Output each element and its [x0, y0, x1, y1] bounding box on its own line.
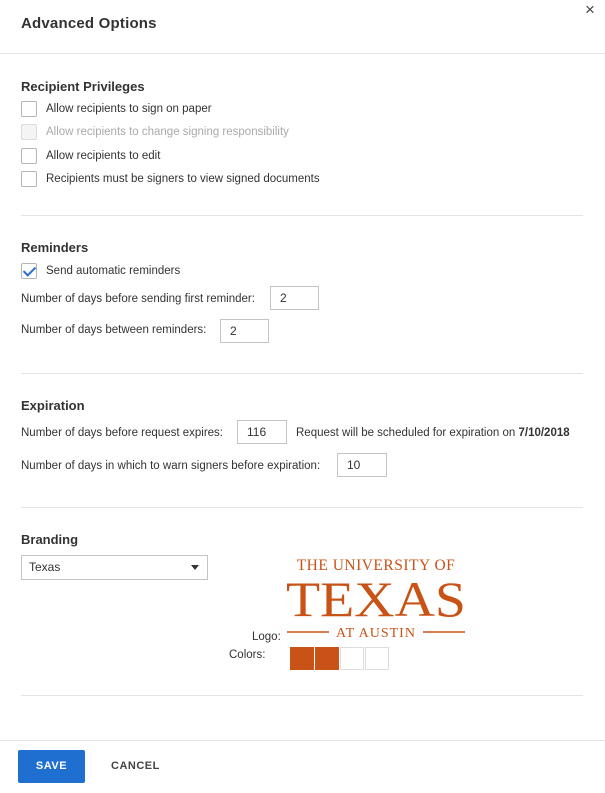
scheduled-expiration-text: Request will be scheduled for expiration…	[296, 427, 570, 439]
recipient-privileges-title: Recipient Privileges	[21, 79, 145, 94]
close-icon[interactable]: ×	[582, 1, 598, 18]
option-send-reminders[interactable]: Send automatic reminders	[21, 263, 180, 279]
option-label: Recipients must be signers to view signe…	[46, 173, 320, 185]
option-sign-on-paper[interactable]: Allow recipients to sign on paper	[21, 101, 212, 117]
expiration-title: Expiration	[21, 398, 85, 413]
section-divider	[21, 215, 583, 216]
scheduled-text: Request will be scheduled for expiration…	[296, 427, 516, 439]
option-signers-view[interactable]: Recipients must be signers to view signe…	[21, 171, 320, 187]
section-divider	[21, 373, 583, 374]
color-swatch-4[interactable]	[365, 647, 389, 670]
dialog-title: Advanced Options	[21, 15, 157, 32]
signers-view-checkbox[interactable]	[21, 171, 37, 187]
checkmark-icon	[22, 263, 37, 277]
branding-title: Branding	[21, 532, 79, 547]
logo-label: Logo:	[252, 631, 281, 643]
color-swatch-3[interactable]	[340, 647, 364, 670]
first-reminder-input[interactable]: 2	[270, 286, 319, 310]
option-label: Allow recipients to change signing respo…	[46, 126, 289, 138]
expires-label: Number of days before request expires:	[21, 427, 223, 439]
logo-line2: TEXAS	[286, 571, 466, 627]
send-reminders-checkbox[interactable]	[21, 263, 37, 279]
change-responsibility-checkbox	[21, 124, 37, 140]
allow-edit-checkbox[interactable]	[21, 148, 37, 164]
option-label: Allow recipients to sign on paper	[46, 103, 212, 115]
between-reminders-input[interactable]: 2	[220, 319, 269, 343]
option-allow-edit[interactable]: Allow recipients to edit	[21, 148, 160, 164]
expires-input[interactable]: 116	[237, 420, 287, 444]
between-reminders-label: Number of days between reminders:	[21, 324, 207, 336]
branding-selected-value: Texas	[29, 560, 61, 574]
first-reminder-label: Number of days before sending first remi…	[21, 293, 255, 305]
warn-input[interactable]: 10	[337, 453, 387, 477]
university-logo: THE UNIVERSITY OF TEXAS AT AUSTIN	[286, 557, 466, 641]
save-button[interactable]: SAVE	[18, 750, 85, 783]
header-divider	[0, 53, 605, 54]
color-swatch-2[interactable]	[315, 647, 339, 670]
section-divider	[21, 695, 583, 696]
warn-label: Number of days in which to warn signers …	[21, 460, 321, 472]
option-label: Allow recipients to edit	[46, 150, 161, 162]
scheduled-date: 7/10/2018	[518, 427, 570, 439]
option-change-responsibility: Allow recipients to change signing respo…	[21, 124, 289, 140]
color-swatch-1[interactable]	[290, 647, 314, 670]
cancel-button[interactable]: CANCEL	[103, 750, 168, 783]
logo-line3: AT AUSTIN	[336, 626, 416, 641]
reminders-title: Reminders	[21, 240, 89, 255]
section-divider	[21, 507, 583, 508]
colors-label: Colors:	[229, 649, 266, 661]
branding-select[interactable]: Texas	[21, 555, 208, 580]
option-label: Send automatic reminders	[46, 265, 181, 277]
footer-divider	[0, 740, 605, 741]
sign-on-paper-checkbox[interactable]	[21, 101, 37, 117]
advanced-options-dialog: Advanced Options × Recipient Privileges …	[0, 0, 605, 793]
dropdown-caret-icon	[191, 565, 199, 570]
